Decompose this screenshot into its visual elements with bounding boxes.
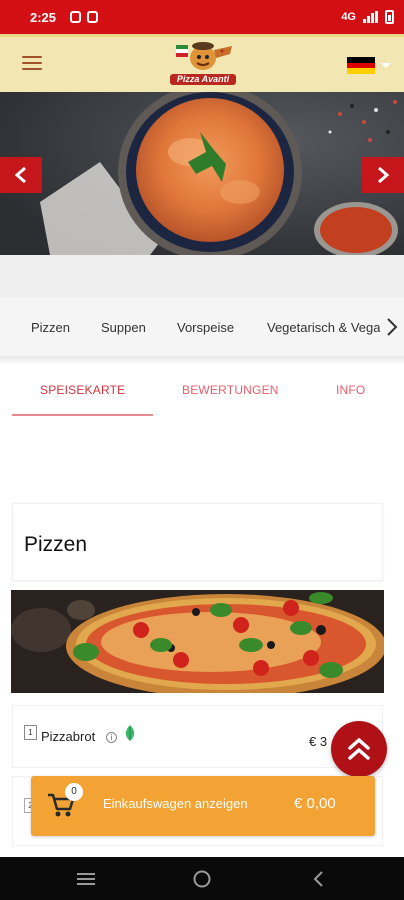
cart-total: € 0,00 <box>294 795 336 812</box>
chevron-right-icon <box>378 166 390 184</box>
chevron-right-icon <box>387 318 398 336</box>
notification-icons <box>70 11 99 23</box>
category-vegetarisch[interactable]: Vegetarisch & Vega <box>267 320 380 335</box>
divider <box>0 357 404 365</box>
category-suppen[interactable]: Suppen <box>101 320 146 335</box>
recent-apps-button[interactable] <box>75 868 97 890</box>
scroll-to-top-button[interactable] <box>331 721 387 777</box>
vegetarian-leaf-icon <box>125 725 135 741</box>
logo-text: Pizza Avanti <box>170 74 236 85</box>
view-cart-button[interactable]: 0 Einkaufswagen anzeigen € 0,00 <box>31 776 375 836</box>
active-tab-indicator <box>12 414 153 416</box>
status-time: 2:25 <box>30 9 57 25</box>
system-icons: 4G <box>341 10 394 24</box>
category-pizzen[interactable]: Pizzen <box>31 320 70 335</box>
cart-label: Einkaufswagen anzeigen <box>103 796 248 811</box>
menu-icon[interactable] <box>22 56 42 70</box>
category-bar: Pizzen Suppen Vorspeise Vegetarisch & Ve… <box>0 297 404 357</box>
item-price: € 3 <box>309 734 328 749</box>
app-header: Pizza Avanti <box>0 34 404 92</box>
tab-speisekarte[interactable]: SPEISEKARTE <box>40 383 125 397</box>
double-chevron-up-icon <box>348 738 370 760</box>
menu-section-header: Pizzen <box>12 503 383 581</box>
slider-next-button[interactable] <box>362 157 404 193</box>
item-number: 1 <box>24 725 37 740</box>
network-type: 4G <box>341 11 356 23</box>
slider-prev-button[interactable] <box>0 157 42 193</box>
category-scroll-right-button[interactable] <box>380 311 404 343</box>
chevron-left-icon <box>14 166 26 184</box>
menu-item-row[interactable]: 1 Pizzabrot i € 3 <box>12 705 383 768</box>
back-button[interactable] <box>308 868 330 890</box>
language-selector[interactable] <box>347 57 391 75</box>
signal-icon <box>363 11 378 23</box>
home-button[interactable] <box>191 868 213 890</box>
german-flag-icon <box>347 57 375 75</box>
tab-bewertungen[interactable]: BEWERTUNGEN <box>182 383 279 397</box>
item-name: Pizzabrot <box>41 729 96 744</box>
status-bar: 2:25 4G <box>0 0 404 34</box>
tab-info[interactable]: INFO <box>336 383 365 397</box>
home-icon <box>193 870 211 888</box>
system-nav-bar <box>0 857 404 900</box>
category-vorspeise[interactable]: Vorspeise <box>177 320 234 335</box>
notification-icon <box>70 11 82 23</box>
section-title: Pizzen <box>24 533 88 556</box>
section-image <box>11 590 384 693</box>
cart-count-badge: 0 <box>65 783 83 801</box>
pizza-photo <box>11 590 384 693</box>
recent-apps-icon <box>77 873 95 885</box>
battery-icon <box>385 10 394 24</box>
app-screen: 2:25 4G Pizza Avanti Pizzen Suppen Vorsp… <box>0 0 404 900</box>
spacer <box>0 255 404 297</box>
back-icon <box>313 871 323 887</box>
hero-image <box>0 92 404 255</box>
notification-icon <box>87 11 99 23</box>
chevron-down-icon <box>381 63 391 68</box>
info-icon[interactable]: i <box>106 732 117 743</box>
hero-slider[interactable] <box>0 92 404 255</box>
